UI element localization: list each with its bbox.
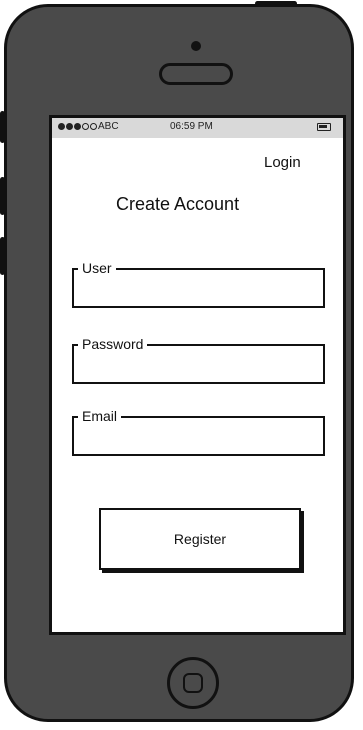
user-field-label: User xyxy=(78,258,116,278)
camera-icon xyxy=(191,41,201,51)
carrier-name: ABC xyxy=(98,121,119,132)
email-input[interactable] xyxy=(78,426,319,452)
email-field[interactable]: Email xyxy=(72,406,325,456)
login-link[interactable]: Login xyxy=(264,154,301,171)
volume-down-button xyxy=(0,237,5,275)
status-bar: ABC 06:59 PM xyxy=(52,118,343,138)
email-field-label: Email xyxy=(78,406,122,426)
phone-frame: ABC 06:59 PM Login Create Account User P… xyxy=(0,1,354,722)
battery-icon xyxy=(317,123,331,131)
power-button xyxy=(255,1,297,6)
status-time: 06:59 PM xyxy=(170,121,213,132)
volume-up-button xyxy=(0,177,5,215)
speaker-grille xyxy=(159,63,233,85)
register-button[interactable]: Register xyxy=(99,508,301,570)
home-button[interactable] xyxy=(167,657,219,709)
phone-screen: ABC 06:59 PM Login Create Account User P… xyxy=(49,115,346,635)
user-input[interactable] xyxy=(78,278,319,304)
mute-switch xyxy=(0,111,5,143)
password-input[interactable] xyxy=(78,354,319,380)
signal-strength-icon xyxy=(58,123,97,130)
password-field[interactable]: Password xyxy=(72,334,325,384)
user-field[interactable]: User xyxy=(72,258,325,308)
password-field-label: Password xyxy=(78,334,148,354)
home-square-icon xyxy=(183,673,203,693)
page-title: Create Account xyxy=(116,194,240,214)
